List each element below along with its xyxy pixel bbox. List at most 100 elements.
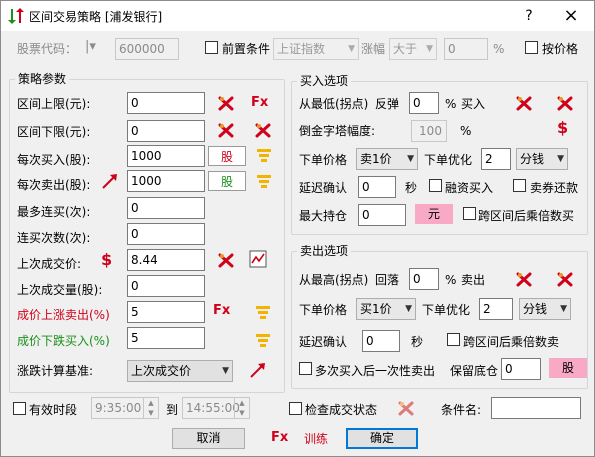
- check-status-label: 检查成交状态: [305, 403, 378, 417]
- max-consecutive-buy-input[interactable]: 0: [127, 197, 205, 219]
- clear-icon[interactable]: [556, 271, 574, 287]
- calc-base-label: 涨跌计算基准:: [17, 364, 94, 378]
- fall-buy-pct-label: 成价下跌买入(%): [17, 334, 110, 348]
- lower-limit-input[interactable]: 0: [127, 120, 205, 142]
- keep-base-unit: 股: [549, 358, 587, 378]
- fx-icon[interactable]: Fx: [271, 431, 288, 445]
- list-icon[interactable]: [255, 146, 273, 164]
- upper-limit-input[interactable]: 0: [127, 92, 205, 114]
- from-low-label: 从最低(拐点): [299, 97, 369, 111]
- stock-code-input[interactable]: 600000: [115, 38, 179, 60]
- check-status-checkbox[interactable]: [289, 402, 302, 415]
- clear-icon[interactable]: [556, 95, 574, 111]
- sell-optimize-label: 下单优化: [422, 303, 471, 317]
- list-icon[interactable]: [254, 331, 272, 349]
- by-price-label: 按价格: [542, 42, 579, 56]
- valid-period-label: 有效时段: [29, 403, 78, 417]
- buy-options-title: 买入选项: [297, 74, 352, 88]
- chart-icon[interactable]: [249, 250, 267, 268]
- lower-limit-label: 区间下限(元):: [17, 125, 91, 139]
- cross-buy-checkbox[interactable]: [463, 207, 476, 220]
- sell-options-title: 卖出选项: [297, 244, 352, 258]
- last-volume-input[interactable]: 0: [127, 275, 205, 297]
- max-consecutive-buy-label: 最多连买(次):: [17, 205, 91, 219]
- condition-name-input[interactable]: [491, 397, 581, 419]
- valid-period-checkbox[interactable]: [13, 402, 26, 415]
- start-time-spinner[interactable]: ▲ ▼: [143, 398, 158, 418]
- cross-sell-checkbox[interactable]: [447, 333, 460, 346]
- to-label: 到: [166, 403, 179, 417]
- margin-buy-label: 融资买入: [445, 181, 494, 195]
- max-hold-label: 最大持仓: [299, 209, 348, 223]
- dollar-icon: $: [557, 118, 569, 137]
- clear-icon[interactable]: [217, 95, 235, 111]
- end-time-spinner[interactable]: ▲ ▼: [234, 398, 249, 418]
- help-button[interactable]: ?: [509, 1, 549, 31]
- dollar-icon: $: [101, 250, 113, 269]
- fx-icon[interactable]: Fx: [251, 96, 268, 110]
- sell-delay-label: 延迟确认: [299, 335, 348, 349]
- margin-buy-checkbox[interactable]: [429, 179, 442, 192]
- pyramid-input[interactable]: 100: [411, 120, 447, 142]
- list-icon[interactable]: [254, 303, 272, 321]
- fx-icon[interactable]: Fx: [213, 304, 230, 318]
- rise-sell-pct-input[interactable]: 5: [127, 301, 205, 323]
- clear-icon[interactable]: [254, 122, 272, 138]
- pyramid-label: 倒金字塔幅度:: [299, 124, 376, 138]
- index-select[interactable]: 上证指数 ▼: [273, 38, 359, 60]
- end-time-input[interactable]: 14:55:00 ▲ ▼: [182, 397, 250, 419]
- buy-qty-input[interactable]: 1000: [127, 145, 205, 167]
- sell-unit-select[interactable]: 分钱 ▼: [519, 298, 571, 320]
- cancel-button[interactable]: 取消: [172, 428, 245, 449]
- ok-button[interactable]: 确定: [346, 428, 418, 449]
- buy-price-select[interactable]: 卖1价 ▼: [356, 148, 418, 170]
- buy-label: 买入: [461, 97, 486, 111]
- clear-icon[interactable]: [397, 400, 415, 416]
- multi-buy-sell-checkbox[interactable]: [299, 362, 312, 375]
- train-link[interactable]: 训练: [304, 432, 328, 446]
- clear-icon[interactable]: [217, 252, 235, 268]
- sell-qty-label: 每次卖出(股):: [17, 178, 91, 192]
- buy-optimize-input[interactable]: 2: [481, 148, 511, 170]
- strategy-group-title: 策略参数: [15, 72, 70, 86]
- title-bar: 区间交易策略 [浦发银行] ? ×: [1, 1, 594, 31]
- rise-sell-pct-label: 成价上涨卖出(%): [17, 308, 110, 322]
- trend-arrow-icon[interactable]: [249, 362, 267, 378]
- buy-price-label: 下单价格: [299, 153, 348, 167]
- close-button[interactable]: ×: [551, 1, 591, 31]
- compare-select[interactable]: 大于 ▼: [389, 38, 437, 60]
- buy-optimize-label: 下单优化: [424, 153, 473, 167]
- sell-optimize-input[interactable]: 2: [479, 298, 513, 320]
- stock-code-label: 股票代码：: [17, 42, 78, 56]
- short-cover-checkbox[interactable]: [513, 179, 526, 192]
- sell-delay-input[interactable]: 0: [362, 330, 400, 352]
- max-hold-input[interactable]: 0: [358, 204, 406, 226]
- sell-price-select[interactable]: 买1价 ▼: [356, 298, 416, 320]
- calc-base-select[interactable]: 上次成交价 ▼: [127, 360, 233, 382]
- keep-base-input[interactable]: 0: [501, 358, 541, 380]
- last-price-input[interactable]: 8.44: [127, 249, 205, 271]
- upper-limit-label: 区间上限(元):: [17, 97, 91, 111]
- list-icon[interactable]: [255, 172, 273, 190]
- clear-icon[interactable]: [515, 95, 533, 111]
- buy-delay-input[interactable]: 0: [358, 176, 396, 198]
- sell-qty-input[interactable]: 1000: [127, 170, 205, 192]
- buy-delay-seconds: 秒: [405, 181, 418, 195]
- change-value-input[interactable]: 0: [444, 38, 488, 60]
- buy-sell-arrows-icon: [8, 8, 24, 24]
- fall-buy-pct-input[interactable]: 5: [127, 327, 205, 349]
- precondition-checkbox[interactable]: [205, 41, 218, 54]
- fall-label: 回落: [375, 273, 400, 287]
- short-cover-label: 卖券还款: [530, 181, 579, 195]
- window-title: 区间交易策略 [浦发银行]: [29, 10, 163, 24]
- buy-unit-select[interactable]: 分钱 ▼: [516, 148, 568, 170]
- start-time-input[interactable]: 9:35:00 ▲ ▼: [91, 397, 159, 419]
- clear-icon[interactable]: [217, 122, 235, 138]
- clear-icon[interactable]: [515, 271, 533, 287]
- consecutive-buy-count-input[interactable]: 0: [127, 223, 205, 245]
- last-price-label: 上次成交价:: [17, 257, 82, 271]
- fall-input[interactable]: 0: [409, 268, 439, 290]
- by-price-checkbox[interactable]: [525, 41, 538, 54]
- condition-name-label: 条件名:: [441, 403, 482, 417]
- rebound-input[interactable]: 0: [409, 92, 439, 114]
